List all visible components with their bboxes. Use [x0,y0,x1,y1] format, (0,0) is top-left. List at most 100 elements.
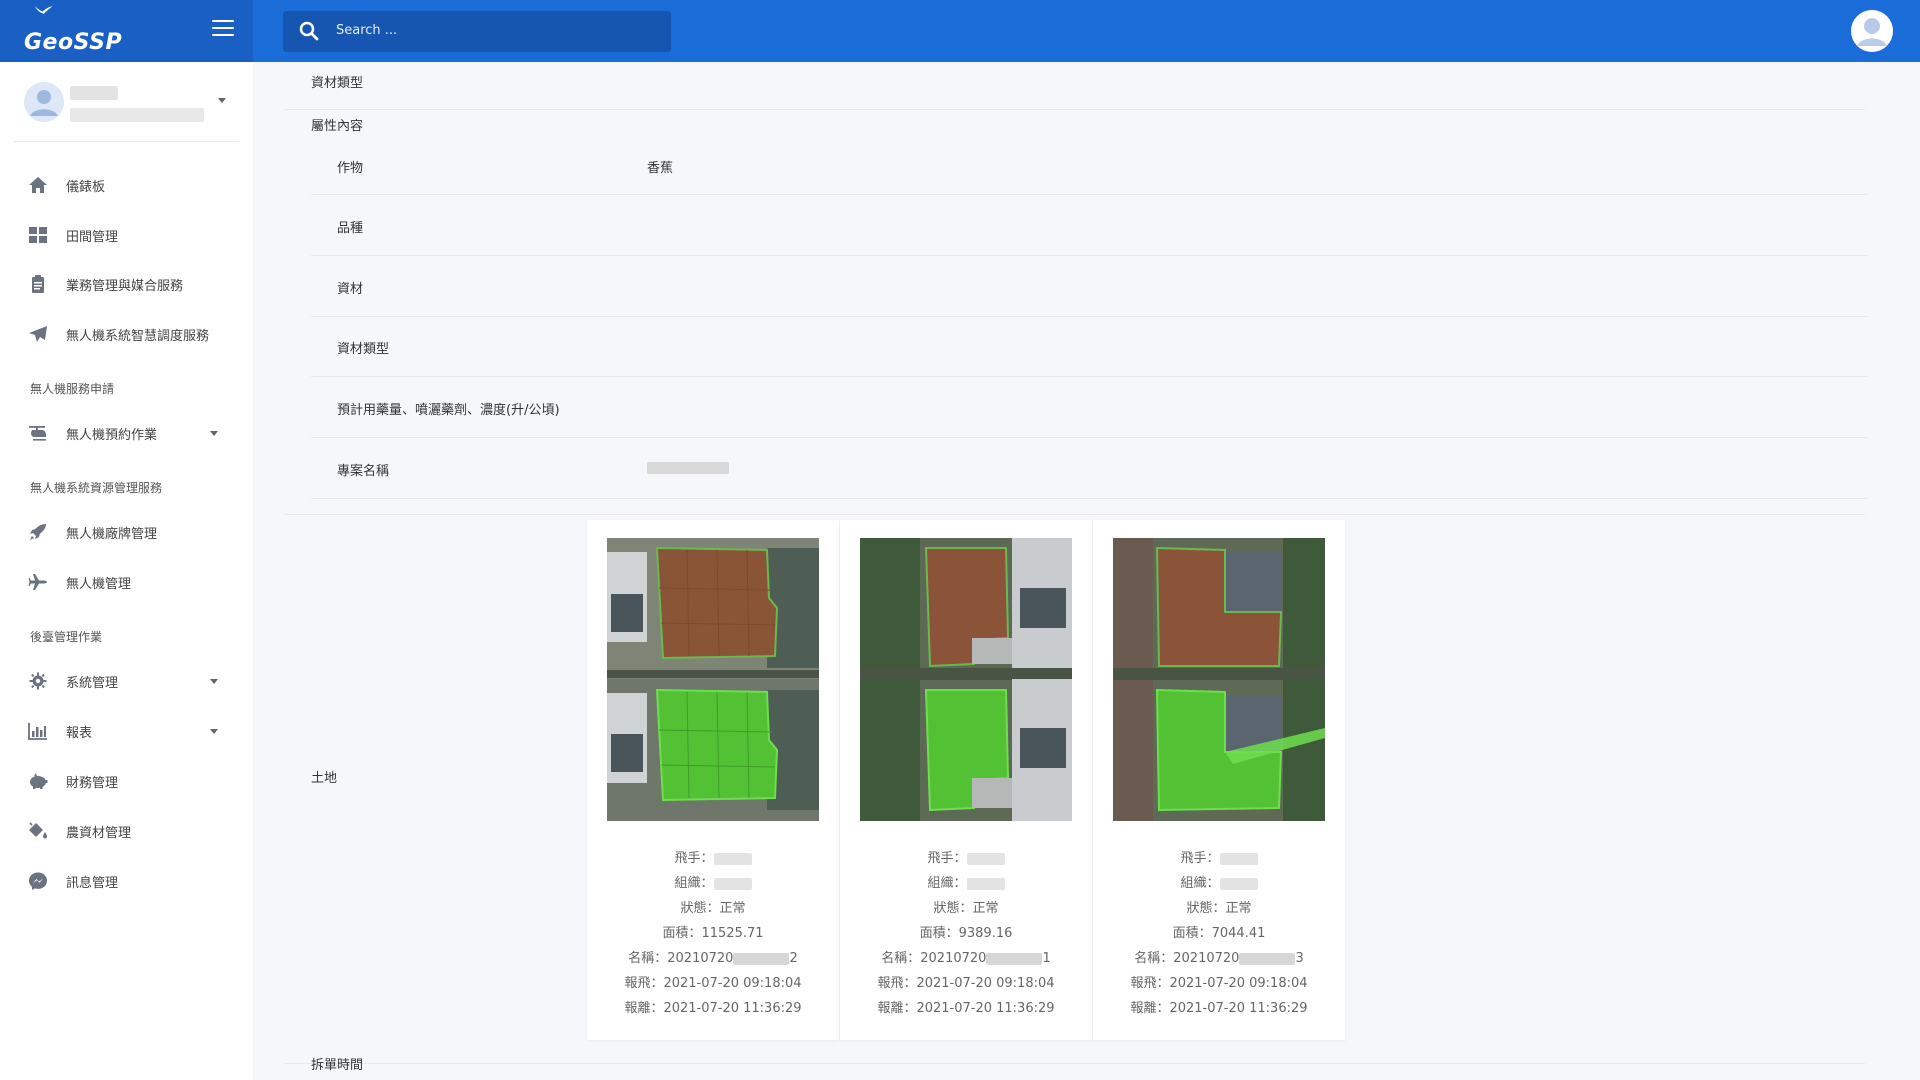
menu-toggle-icon[interactable] [212,20,234,38]
sidebar-item-label: 無人機廠牌管理 [66,527,158,542]
airplane-icon [28,574,47,590]
sidebar: 儀錶板 田間管理 業務管理與媒合服務 無人機系統智慧調度服務 無人機服務申請 無… [0,62,253,1080]
paint-bucket-icon [29,822,47,839]
sidebar-item-drone-management[interactable]: 無人機管理 [0,562,253,602]
field-map-image [860,538,1072,821]
name-text: 名稱：20210720 1 [881,951,1051,966]
search-placeholder: Search ... [336,23,398,38]
logo-area: GeoSSP [0,0,253,62]
dosage-label: 預計用藥量、噴灑藥劑、濃度(升/公頃) [337,403,560,418]
org-text: 組織： [587,872,839,891]
section-resource: 無人機系統資源管理服務 [30,481,163,495]
logo-text: GeoSSP [24,30,123,55]
sidebar-item-system-management[interactable]: 系統管理 [0,661,253,701]
pilot-text: 飛手： [587,847,839,866]
home-icon [29,177,47,193]
report-fly-text: 報飛：2021-07-20 09:18:04 [1130,976,1308,991]
sidebar-item-drone-booking[interactable]: 無人機預約作業 [0,413,253,453]
report-leave-text: 報離：2021-07-20 11:36:29 [877,1001,1055,1016]
sidebar-item-label: 農資材管理 [66,826,132,841]
sidebar-item-label: 業務管理與媒合服務 [66,279,184,294]
search-input[interactable]: Search ... [283,11,671,52]
sidebar-item-label: 財務管理 [66,776,119,791]
user-block[interactable] [14,62,239,142]
grid-icon [29,227,47,243]
sidebar-item-label: 訊息管理 [66,876,119,891]
status-text: 狀態：正常 [933,901,999,916]
split-time-label: 拆單時間 [311,1058,364,1073]
chevron-down-icon[interactable] [218,98,226,103]
variety-label: 品種 [337,221,364,236]
sidebar-item-label: 報表 [66,726,93,741]
status-text: 狀態：正常 [1186,901,1252,916]
sidebar-item-label: 無人機系統智慧調度服務 [66,329,210,344]
material-label: 資材 [337,282,364,297]
divider [311,316,1867,317]
org-text: 組織： [840,872,1092,891]
user-email-redacted [70,108,204,122]
section-drone-service: 無人機服務申請 [30,382,115,396]
clipboard-icon [32,275,44,293]
name-text: 名稱：20210720 3 [1134,951,1304,966]
crop-label: 作物 [337,161,364,176]
chevron-down-icon [210,431,218,436]
divider [311,498,1867,499]
area-text: 面積：9389.16 [919,926,1013,941]
sidebar-item-dashboard[interactable]: 儀錶板 [0,165,253,205]
report-leave-text: 報離：2021-07-20 11:36:29 [1130,1001,1308,1016]
divider [311,376,1867,377]
divider [311,437,1867,438]
sidebar-item-label: 無人機管理 [66,577,132,592]
user-avatar [24,82,64,122]
sidebar-item-label: 儀錶板 [66,180,106,195]
messenger-icon [29,872,47,890]
field-map-image [1113,538,1325,821]
sidebar-item-field-management[interactable]: 田間管理 [0,215,253,255]
divider [285,1063,1865,1064]
report-fly-text: 報飛：2021-07-20 09:18:04 [877,976,1055,991]
attribute-content-heading: 屬性內容 [311,119,364,134]
sidebar-item-label: 田間管理 [66,230,119,245]
land-card[interactable]: 飛手： 組織： 狀態：正常 面積：11525.71 名稱：20210720 2 報… [587,520,839,1040]
logo-bird-icon [34,6,53,14]
sidebar-item-label: 無人機預約作業 [66,428,158,443]
sidebar-item-finance-management[interactable]: 財務管理 [0,761,253,801]
sidebar-item-drone-dispatch[interactable]: 無人機系統智慧調度服務 [0,314,253,354]
helicopter-icon [29,426,46,441]
name-text: 名稱：20210720 2 [628,951,798,966]
search-icon [299,21,319,41]
divider [311,194,1867,195]
area-text: 面積：7044.41 [1172,926,1266,941]
pilot-text: 飛手： [840,847,1092,866]
sidebar-item-report[interactable]: 報表 [0,711,253,751]
status-text: 狀態：正常 [680,901,746,916]
report-leave-text: 報離：2021-07-20 11:36:29 [624,1001,802,1016]
divider [285,514,1865,515]
material-type-label: 資材類型 [337,342,390,357]
project-name-redacted [647,462,729,474]
divider [285,109,1865,110]
chevron-down-icon [210,679,218,684]
project-name-label: 專案名稱 [337,464,390,479]
rocket-icon [30,524,46,540]
sidebar-item-label: 系統管理 [66,676,119,691]
piggy-bank-icon [30,773,48,789]
sidebar-item-message-management[interactable]: 訊息管理 [0,861,253,901]
report-fly-text: 報飛：2021-07-20 09:18:04 [624,976,802,991]
land-label: 土地 [311,771,338,786]
org-text: 組織： [1093,872,1345,891]
sidebar-item-brand-management[interactable]: 無人機廠牌管理 [0,512,253,552]
user-avatar-icon[interactable] [1851,10,1893,52]
sidebar-item-material-management[interactable]: 農資材管理 [0,811,253,851]
land-card[interactable]: 飛手： 組織： 狀態：正常 面積：9389.16 名稱：20210720 1 報飛… [840,520,1092,1040]
sidebar-item-business[interactable]: 業務管理與媒合服務 [0,264,253,304]
material-type-heading: 資材類型 [311,76,364,91]
gear-icon [29,672,47,690]
field-map-image [607,538,819,821]
chevron-down-icon [210,729,218,734]
land-card[interactable]: 飛手： 組織： 狀態：正常 面積：7044.41 名稱：20210720 3 報飛… [1093,520,1345,1040]
main-content: 資材類型 屬性內容 作物 香蕉 品種 資材 資材類型 預計用藥量、噴灑藥劑、濃度… [253,62,1920,1080]
pilot-text: 飛手： [1093,847,1345,866]
crop-value: 香蕉 [647,161,674,176]
top-bar: GeoSSP Search ... [0,0,1920,62]
